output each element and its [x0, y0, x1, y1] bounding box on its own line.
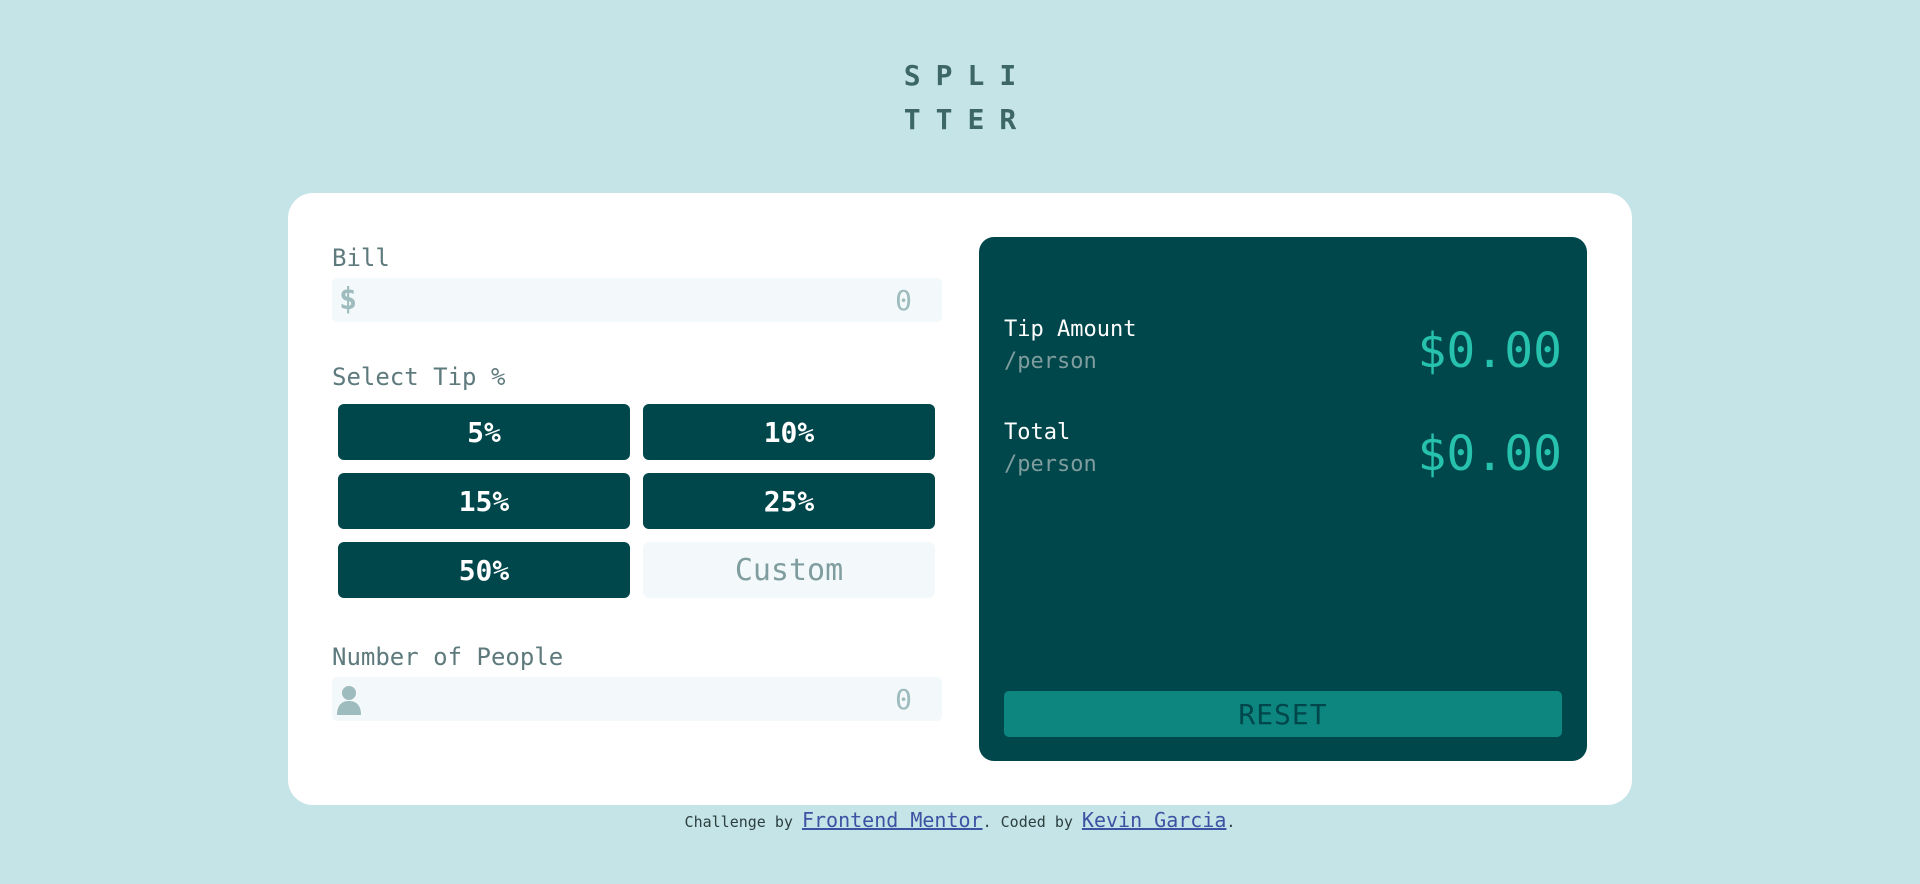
people-input[interactable] [372, 677, 912, 721]
tip-15-button[interactable]: 15% [338, 473, 630, 529]
page: SPLI TTER Bill $ Select Tip % 5% 10% 15%… [0, 0, 1920, 884]
select-tip-label: Select Tip % [332, 363, 506, 391]
reset-button[interactable]: RESET [1004, 691, 1562, 737]
footer-prefix: Challenge by [684, 813, 802, 831]
author-link[interactable]: Kevin Garcia [1082, 808, 1227, 832]
frontend-mentor-link[interactable]: Frontend Mentor [802, 808, 983, 832]
footer-suffix: . [1226, 813, 1236, 831]
logo-line-2: TTER [903, 103, 1032, 136]
tip-50-button[interactable]: 50% [338, 542, 630, 598]
total-label: Total [1004, 420, 1071, 445]
tip-25-button[interactable]: 25% [643, 473, 935, 529]
tip-amount-per-person: /person [1004, 349, 1097, 374]
person-icon [337, 686, 361, 715]
tip-amount-value: $0.00 [1417, 323, 1563, 379]
total-per-person: /person [1004, 452, 1097, 477]
number-of-people-label: Number of People [332, 643, 564, 671]
total-row: Total /person $0.00 [1004, 418, 1562, 488]
bill-input[interactable] [372, 278, 912, 322]
bill-label: Bill [332, 244, 390, 272]
logo-line-1: SPLI [903, 59, 1032, 92]
custom-tip-input[interactable] [643, 542, 935, 598]
calculator-card: Bill $ Select Tip % 5% 10% 15% 25% 50% N… [288, 193, 1632, 805]
dollar-icon: $ [339, 282, 358, 317]
attribution-footer: Challenge by Frontend Mentor. Coded by K… [0, 808, 1920, 834]
people-section: Number of People [332, 642, 942, 721]
input-panel: Bill $ Select Tip % 5% 10% 15% 25% 50% N… [332, 243, 942, 721]
total-value: $0.00 [1417, 426, 1563, 482]
tip-options: 5% 10% 15% 25% 50% [338, 404, 942, 598]
people-field [332, 677, 942, 721]
tip-amount-label: Tip Amount [1004, 317, 1137, 342]
tip-10-button[interactable]: 10% [643, 404, 935, 460]
results-panel: Tip Amount /person $0.00 Total /person $… [979, 237, 1587, 761]
tip-section: Select Tip % 5% 10% 15% 25% 50% [332, 362, 942, 598]
tip-amount-row: Tip Amount /person $0.00 [1004, 315, 1562, 385]
footer-middle: . Coded by [982, 813, 1082, 831]
splitter-logo: SPLI TTER [0, 54, 1920, 142]
tip-5-button[interactable]: 5% [338, 404, 630, 460]
bill-field: $ [332, 278, 942, 322]
